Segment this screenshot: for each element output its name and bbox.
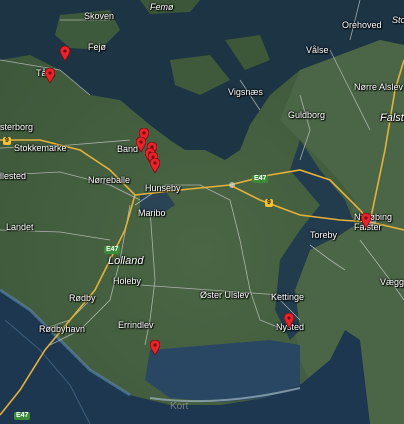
marker-pin-icon bbox=[360, 212, 372, 229]
label-guldborg: Guldborg bbox=[288, 110, 326, 120]
map-marker[interactable] bbox=[59, 45, 71, 62]
label-vigsnaes: Vigsnæs bbox=[228, 87, 263, 97]
road-shield-e47-east: E47 bbox=[252, 175, 269, 183]
label-hunseby: Hunseby bbox=[145, 183, 181, 193]
label-skoven: Skoven bbox=[84, 11, 115, 21]
marker-pin-icon bbox=[44, 67, 56, 84]
label-stor: Sto bbox=[392, 15, 404, 25]
label-rodby: Rødby bbox=[69, 293, 96, 303]
label-holeby: Holeby bbox=[113, 276, 142, 286]
label-allested: llested bbox=[0, 171, 27, 181]
marker-pin-icon bbox=[149, 157, 161, 174]
label-toreby: Toreby bbox=[310, 230, 338, 240]
label-errindlev: Errindlev bbox=[118, 320, 154, 330]
road-shield-9-mid: 9 bbox=[265, 199, 273, 207]
road-shield-9-west: 9 bbox=[3, 137, 11, 145]
label-vaeggerlose: Vægg bbox=[380, 277, 404, 287]
map-marker[interactable] bbox=[149, 157, 161, 174]
road-shield-e47-sw: E47 bbox=[14, 412, 31, 420]
map-watermark: Kort bbox=[170, 401, 189, 412]
label-fejo: Fejø bbox=[88, 42, 106, 52]
label-orehoved: Orehoved bbox=[342, 20, 382, 30]
map-terrain bbox=[0, 0, 404, 424]
label-rodbyhavn: Rødbyhavn bbox=[39, 324, 86, 334]
label-femo: Femø bbox=[150, 2, 174, 12]
road-shield-e47-mid: E47 bbox=[104, 246, 121, 254]
map-marker[interactable] bbox=[360, 212, 372, 229]
label-norreballe: Nørreballe bbox=[88, 175, 131, 185]
label-stokkemarke: Stokkemarke bbox=[14, 143, 67, 153]
label-norre-alslev: Nørre Alslev bbox=[354, 82, 404, 92]
map-marker[interactable] bbox=[44, 67, 56, 84]
label-falster: Falst bbox=[380, 112, 404, 124]
marker-pin-icon bbox=[149, 339, 161, 356]
marker-pin-icon bbox=[283, 312, 295, 329]
label-bandholm: Band bbox=[117, 144, 139, 154]
map-marker[interactable] bbox=[149, 339, 161, 356]
label-kettinge: Kettinge bbox=[271, 292, 305, 302]
map-marker[interactable] bbox=[283, 312, 295, 329]
label-nykobing-falster: Nykøbing Falster bbox=[354, 212, 393, 232]
label-sterborg: sterborg bbox=[0, 122, 34, 132]
label-valse: Vålse bbox=[306, 45, 329, 55]
label-maribo: Maribo bbox=[138, 208, 166, 218]
marker-pin-icon bbox=[59, 45, 71, 62]
label-landet: Landet bbox=[6, 222, 34, 232]
map-canvas[interactable]: Femø Skoven Fejø Orehoved Sto Vålse Tårs… bbox=[0, 0, 404, 424]
label-lolland: Lolland bbox=[108, 255, 144, 267]
label-oster-ulslev: Øster Ulslev bbox=[200, 290, 250, 300]
